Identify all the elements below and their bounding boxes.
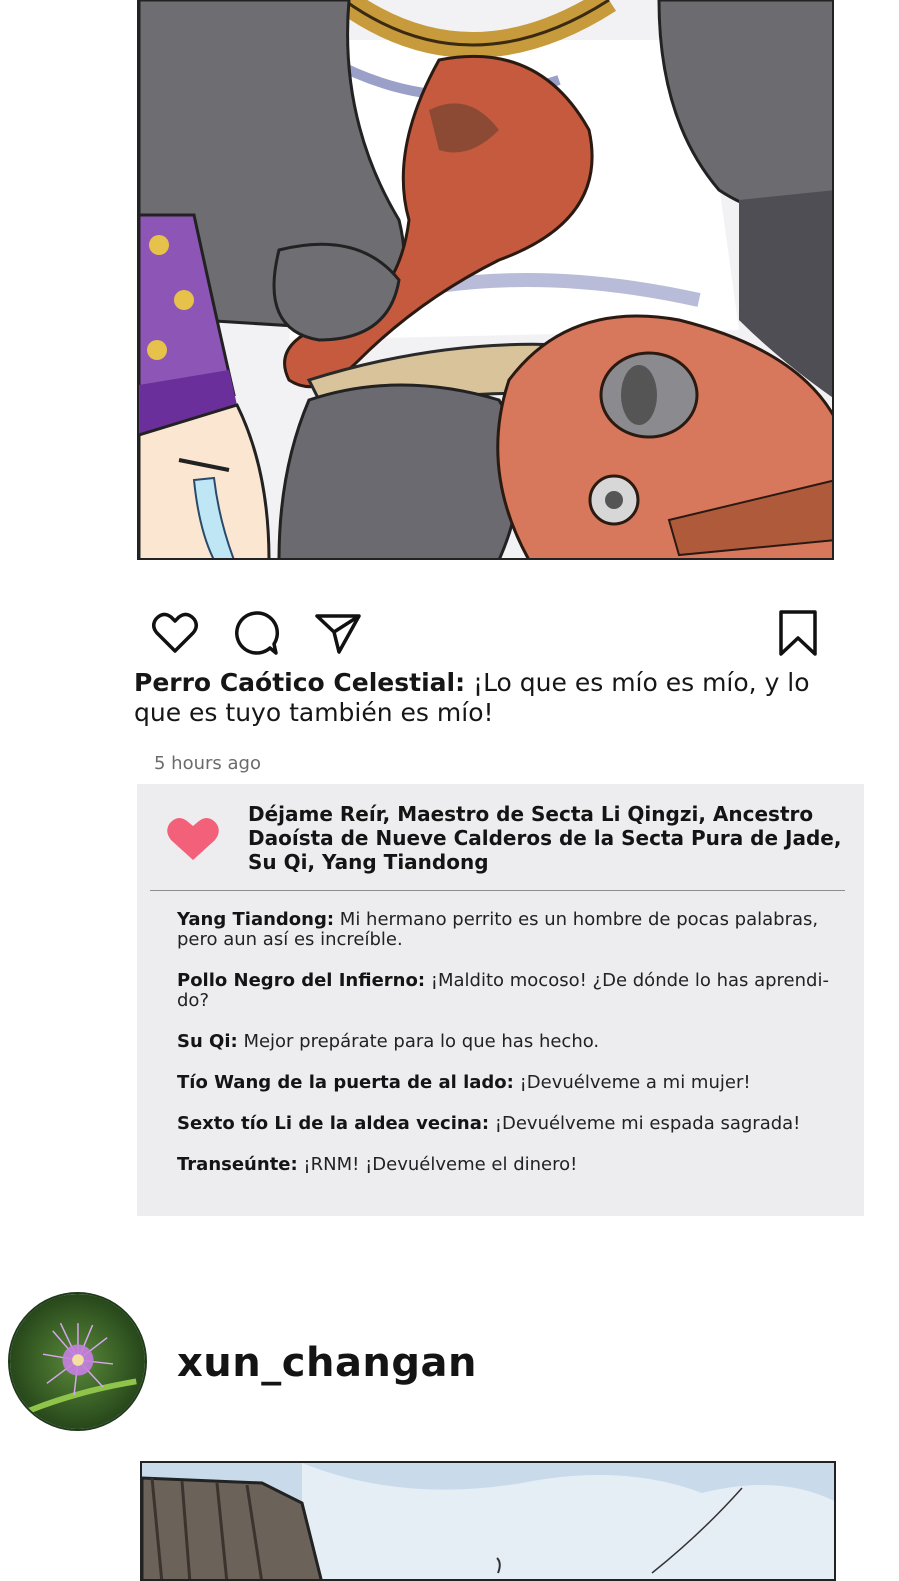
comment-author[interactable]: Tío Wang de la puerta de al lado:: [177, 1072, 514, 1093]
liked-by-names[interactable]: Déjame Reír, Maestro de Secta Li Qingzi,…: [248, 802, 848, 874]
comment-bubble-icon[interactable]: [232, 608, 282, 658]
comment-author[interactable]: Pollo Negro del Infierno:: [177, 970, 425, 991]
like-heart-icon[interactable]: [150, 608, 200, 658]
post-caption: Perro Caótico Celestial: ¡Lo que es mío …: [134, 668, 864, 728]
post-timestamp: 5 hours ago: [154, 753, 261, 774]
comment-item: Tío Wang de la puerta de al lado: ¡Devué…: [177, 1073, 842, 1093]
likes-comments-card: Déjame Reír, Maestro de Secta Li Qingzi,…: [137, 784, 864, 1216]
comment-author[interactable]: Sexto tío Li de la aldea vecina:: [177, 1113, 489, 1134]
share-paper-plane-icon[interactable]: [313, 608, 363, 658]
comment-author[interactable]: Transeúnte:: [177, 1154, 298, 1175]
save-bookmark-icon[interactable]: [773, 608, 823, 658]
username[interactable]: xun_changan: [177, 1340, 477, 1386]
avatar[interactable]: [8, 1292, 147, 1431]
filled-heart-icon: [165, 814, 221, 864]
comment-text: Mejor prepárate para lo que has hecho.: [237, 1031, 600, 1052]
divider: [150, 890, 845, 891]
comment-text: ¡RNM! ¡Devuélveme el dinero!: [297, 1154, 578, 1175]
comment-text: ¡Devuélveme mi espada sagrada!: [489, 1113, 801, 1134]
comment-item: Pollo Negro del Infierno: ¡Maldito mocos…: [177, 971, 842, 1011]
comment-item: Su Qi: Mejor prepárate para lo que has h…: [177, 1032, 842, 1052]
comment-item: Transeúnte: ¡RNM! ¡Devuélveme el dinero!: [177, 1155, 842, 1175]
next-post-image[interactable]: [140, 1461, 836, 1581]
comment-author[interactable]: Su Qi:: [177, 1031, 238, 1052]
comment-item: Sexto tío Li de la aldea vecina: ¡Devuél…: [177, 1114, 842, 1134]
comment-text: ¡Devuélveme a mi mujer!: [513, 1072, 751, 1093]
comment-author[interactable]: Yang Tiandong:: [177, 909, 334, 930]
post-image[interactable]: [137, 0, 834, 560]
caption-author[interactable]: Perro Caótico Celestial:: [134, 668, 465, 697]
comment-item: Yang Tiandong: Mi hermano perrito es un …: [177, 910, 842, 950]
comment-list: Yang Tiandong: Mi hermano perrito es un …: [177, 910, 842, 1196]
